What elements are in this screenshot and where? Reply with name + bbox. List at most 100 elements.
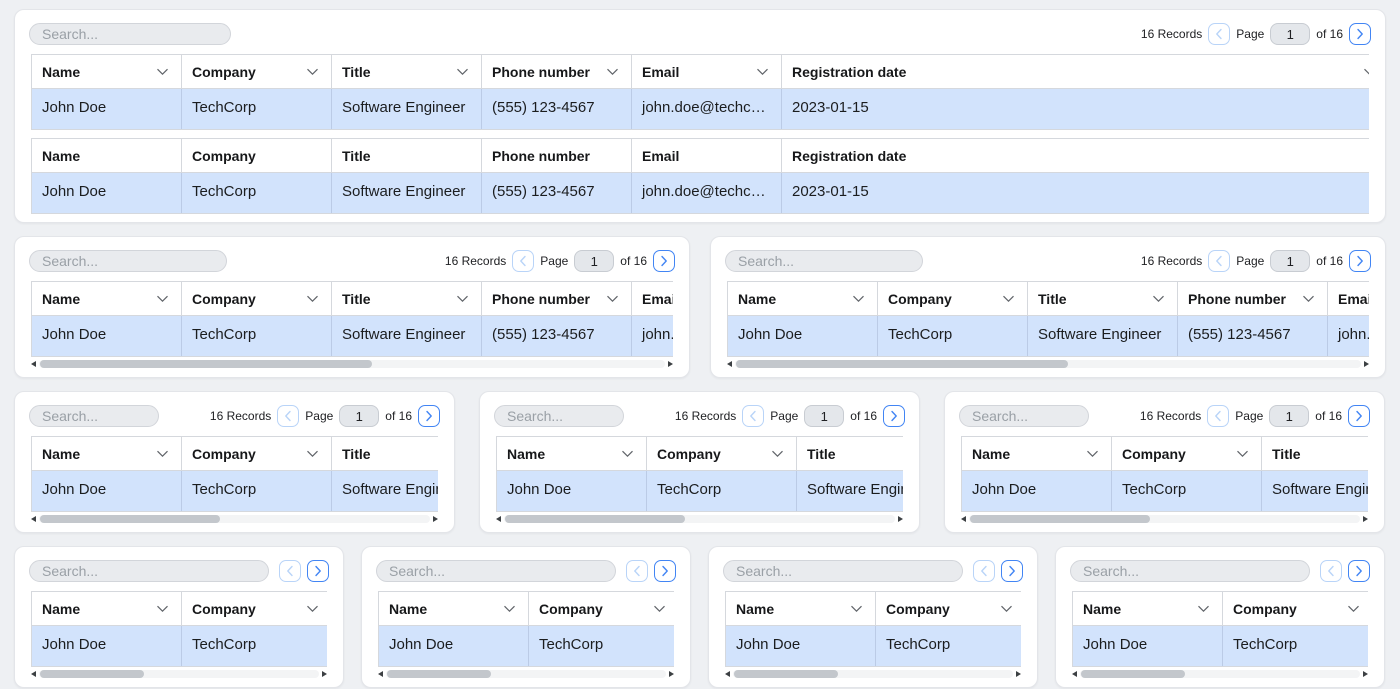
scrollbar-track[interactable] [504,515,895,523]
triangle-left-icon[interactable] [1072,671,1077,677]
chevron-down-icon[interactable] [1152,295,1165,303]
triangle-right-icon[interactable] [1363,671,1368,677]
scrollbar-track[interactable] [969,515,1360,523]
next-page-button[interactable] [1349,23,1371,45]
table-row[interactable]: John Doe TechCorp Software Engineer (555… [32,626,327,666]
table-row[interactable]: John Doe TechCorp Software Engineer (555… [32,471,438,511]
horizontal-scrollbar[interactable] [31,514,438,524]
horizontal-scrollbar[interactable] [1072,669,1368,679]
scrollbar-thumb[interactable] [734,670,838,678]
next-page-button[interactable] [307,560,329,582]
chevron-down-icon[interactable] [756,68,769,76]
next-page-button[interactable] [1348,405,1370,427]
chevron-down-icon[interactable] [456,295,469,303]
column-header-name[interactable]: Name [32,437,182,470]
next-page-button[interactable] [418,405,440,427]
horizontal-scrollbar[interactable] [961,514,1368,524]
prev-page-button[interactable] [277,405,299,427]
horizontal-scrollbar[interactable] [31,359,673,369]
chevron-down-icon[interactable] [1347,605,1360,613]
prev-page-button[interactable] [973,560,995,582]
scrollbar-thumb[interactable] [40,360,372,368]
scrollbar-track[interactable] [39,360,665,368]
triangle-right-icon[interactable] [1016,671,1021,677]
column-header-title[interactable]: Title [797,437,903,470]
table-row[interactable]: John Doe TechCorp Software Engineer (555… [726,626,1021,666]
chevron-down-icon[interactable] [156,295,169,303]
scrollbar-thumb[interactable] [505,515,685,523]
prev-page-button[interactable] [1207,405,1229,427]
chevron-down-icon[interactable] [1363,68,1369,76]
page-number-input[interactable] [339,405,379,427]
table-row[interactable]: John Doe TechCorp Software Engineer (555… [497,471,903,511]
column-header-company[interactable]: Company [182,437,332,470]
chevron-down-icon[interactable] [306,295,319,303]
search-input[interactable] [1070,560,1310,582]
horizontal-scrollbar[interactable] [496,514,903,524]
prev-page-button[interactable] [1208,23,1230,45]
table-row[interactable]: John Doe TechCorp Software Engineer (555… [32,173,1369,213]
triangle-left-icon[interactable] [31,516,36,522]
column-header-title[interactable]: Title [332,282,482,315]
chevron-down-icon[interactable] [1000,605,1013,613]
chevron-down-icon[interactable] [156,605,169,613]
search-input[interactable] [29,405,159,427]
column-header-company[interactable]: Company [647,437,797,470]
triangle-right-icon[interactable] [669,671,674,677]
horizontal-scrollbar[interactable] [725,669,1021,679]
prev-page-button[interactable] [626,560,648,582]
column-header-registration-date[interactable]: Registration date [782,55,1369,88]
chevron-down-icon[interactable] [606,295,619,303]
table-row[interactable]: John Doe TechCorp Software Engineer (555… [379,626,674,666]
chevron-down-icon[interactable] [653,605,666,613]
chevron-down-icon[interactable] [306,68,319,76]
search-input[interactable] [29,23,231,45]
page-number-input[interactable] [804,405,844,427]
column-header-title[interactable]: Title [332,55,482,88]
triangle-left-icon[interactable] [31,361,36,367]
horizontal-scrollbar[interactable] [31,669,327,679]
table-row[interactable]: John Doe TechCorp Software Engineer (555… [962,471,1368,511]
chevron-down-icon[interactable] [156,450,169,458]
next-page-button[interactable] [1001,560,1023,582]
column-header-name[interactable]: Name [32,592,182,625]
horizontal-scrollbar[interactable] [378,669,674,679]
column-header-company[interactable]: Company [182,592,327,625]
triangle-left-icon[interactable] [378,671,383,677]
chevron-down-icon[interactable] [852,295,865,303]
scrollbar-track[interactable] [733,670,1013,678]
chevron-down-icon[interactable] [606,68,619,76]
column-header-email[interactable]: Email [632,55,782,88]
table-row[interactable]: John Doe TechCorp Software Engineer (555… [728,316,1369,356]
prev-page-button[interactable] [1208,250,1230,272]
search-input[interactable] [29,250,227,272]
next-page-button[interactable] [883,405,905,427]
column-header-title[interactable]: Title [332,437,438,470]
column-header-company[interactable]: Company [878,282,1028,315]
scrollbar-thumb[interactable] [970,515,1150,523]
chevron-down-icon[interactable] [306,450,319,458]
table-row[interactable]: John Doe TechCorp Software Engineer (555… [32,89,1369,129]
scrollbar-track[interactable] [1080,670,1360,678]
triangle-left-icon[interactable] [725,671,730,677]
chevron-down-icon[interactable] [1086,450,1099,458]
scrollbar-thumb[interactable] [1081,670,1185,678]
column-header-phone[interactable]: Phone number [482,55,632,88]
scrollbar-track[interactable] [39,515,430,523]
column-header-company[interactable]: Company [182,55,332,88]
chevron-down-icon[interactable] [1002,295,1015,303]
column-header-name[interactable]: Name [497,437,647,470]
scrollbar-track[interactable] [735,360,1361,368]
prev-page-button[interactable] [512,250,534,272]
column-header-title[interactable]: Title [1262,437,1368,470]
scrollbar-track[interactable] [386,670,666,678]
search-input[interactable] [29,560,269,582]
column-header-email[interactable]: Email [632,282,673,315]
prev-page-button[interactable] [279,560,301,582]
search-input[interactable] [723,560,963,582]
chevron-down-icon[interactable] [503,605,516,613]
table-row[interactable]: John Doe TechCorp Software Engineer (555… [32,316,673,356]
prev-page-button[interactable] [742,405,764,427]
chevron-down-icon[interactable] [306,605,319,613]
table-row[interactable]: John Doe TechCorp Software Engineer (555… [1073,626,1368,666]
